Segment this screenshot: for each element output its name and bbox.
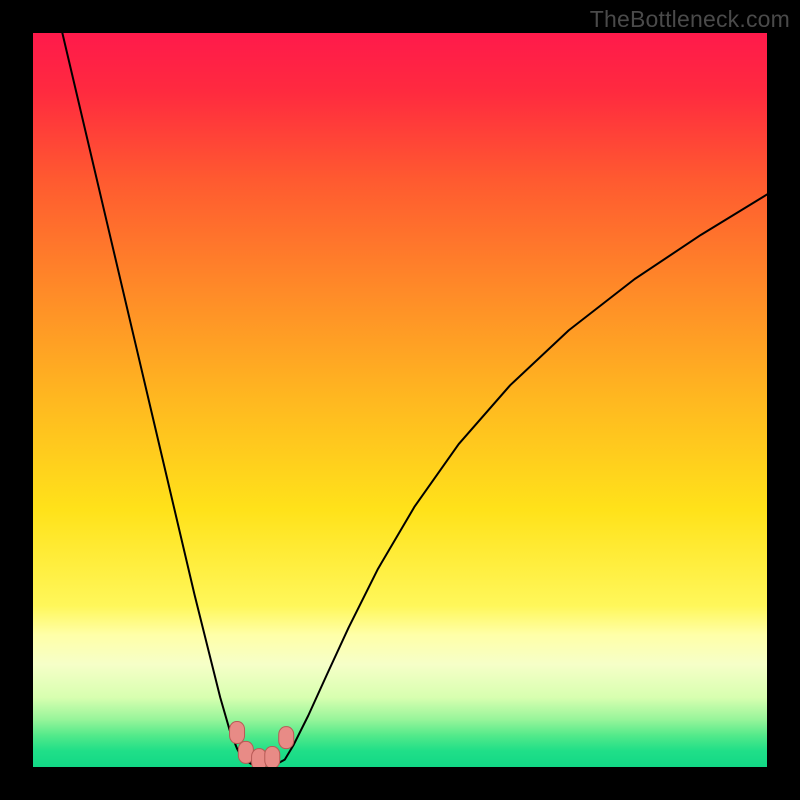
- outer-frame: TheBottleneck.com: [0, 0, 800, 800]
- watermark-text: TheBottleneck.com: [590, 6, 790, 33]
- valley-marker: [279, 727, 294, 749]
- valley-marker: [230, 722, 245, 744]
- valley-marker: [265, 746, 280, 767]
- chart-svg: [33, 33, 767, 767]
- gradient-background: [33, 33, 767, 767]
- plot-area: [33, 33, 767, 767]
